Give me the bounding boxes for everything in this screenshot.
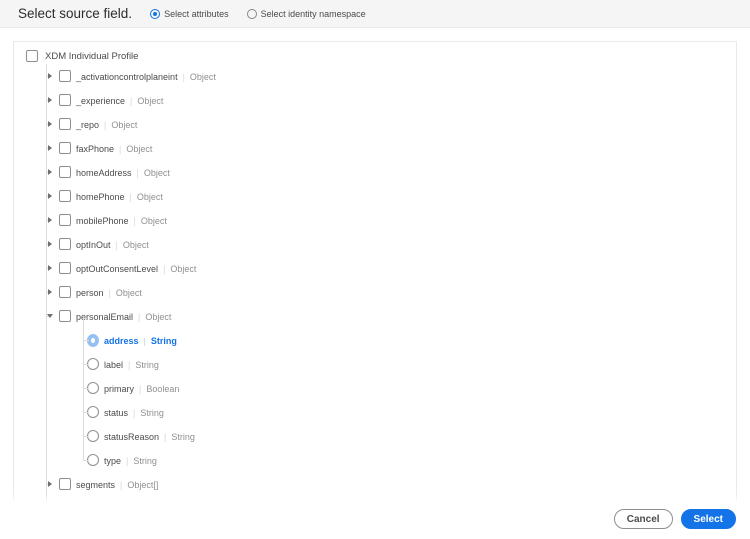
dialog-title: Select source field. [18,6,132,21]
checkbox-icon[interactable] [59,262,71,274]
checkbox-icon[interactable] [59,478,71,490]
field-name: _experience [71,96,130,106]
radio-icon [247,9,257,19]
radio-select-attributes[interactable]: Select attributes [150,9,229,19]
field-name: segments [71,480,120,490]
checkbox-icon[interactable] [59,142,71,154]
tree-node-personalEmail[interactable]: personalEmail|Object [26,304,724,328]
checkbox-icon[interactable] [59,70,71,82]
checkbox-icon[interactable] [59,118,71,130]
radio-label: Select identity namespace [261,9,366,19]
tree-node-person[interactable]: person|Object [26,280,724,304]
field-type: Object [132,192,163,202]
main-area: XDM Individual Profile _activationcontro… [0,28,750,503]
dialog-footer: Cancel Select [614,509,736,529]
checkbox-icon[interactable] [59,238,71,250]
field-type: Object [106,120,137,130]
field-name: optInOut [71,240,116,250]
field-name: person [71,288,109,298]
radio-label: Select attributes [164,9,229,19]
select-button[interactable]: Select [681,509,736,529]
source-mode-radio-group: Select attributes Select identity namesp… [150,9,366,19]
tree-leaf-statusReason[interactable]: statusReason|String [26,424,724,448]
field-name: mobilePhone [71,216,134,226]
tree-leaf-primary[interactable]: primary|Boolean [26,376,724,400]
disclosure-right-icon[interactable] [48,121,54,127]
checkbox-icon[interactable] [26,50,38,62]
tree-leaf-type[interactable]: type|String [26,448,724,472]
disclosure-right-icon[interactable] [48,241,54,247]
disclosure-right-icon[interactable] [48,193,54,199]
field-type: Object [185,72,216,82]
tree-node-homePhone[interactable]: homePhone|Object [26,184,724,208]
checkbox-icon[interactable] [59,190,71,202]
tree-root[interactable]: XDM Individual Profile [26,50,724,62]
disclosure-right-icon[interactable] [48,217,54,223]
checkbox-icon[interactable] [59,286,71,298]
field-name: homeAddress [71,168,137,178]
tree-node-homeAddress[interactable]: homeAddress|Object [26,160,724,184]
field-type: Object [140,312,171,322]
tree-node-_experience[interactable]: _experience|Object [26,88,724,112]
field-name: homePhone [71,192,130,202]
field-name: primary [99,384,139,394]
tree-node-mobilePhone[interactable]: mobilePhone|Object [26,208,724,232]
field-name: _activationcontrolplaneint [71,72,183,82]
field-name: label [99,360,128,370]
checkbox-icon[interactable] [59,502,71,503]
field-type: String [130,360,159,370]
field-type: Object [121,144,152,154]
field-type: Object [139,168,170,178]
root-label: XDM Individual Profile [45,51,138,62]
field-type: Object[] [122,480,158,490]
field-name: status [99,408,133,418]
tree-node-faxPhone[interactable]: faxPhone|Object [26,136,724,160]
field-name: address [99,336,144,346]
field-type: Object [111,288,142,298]
field-name: faxPhone [71,144,119,154]
disclosure-right-icon[interactable] [48,145,54,151]
field-name: personalEmail [71,312,138,322]
tree-node-timeSeriesEvents[interactable]: timeSeriesEvents|Object[] [26,496,724,503]
checkbox-icon[interactable] [59,166,71,178]
radio-icon [150,9,160,19]
field-name: optOutConsentLevel [71,264,163,274]
field-name: statusReason [99,432,164,442]
disclosure-right-icon[interactable] [48,481,54,487]
disclosure-right-icon[interactable] [48,289,54,295]
field-name: type [99,456,126,466]
checkbox-icon[interactable] [59,94,71,106]
tree-node-optInOut[interactable]: optInOut|Object [26,232,724,256]
field-type: Object [118,240,149,250]
tree-node-_activationcontrolplaneint[interactable]: _activationcontrolplaneint|Object [26,64,724,88]
field-type: String [128,456,157,466]
tree-leaf-address[interactable]: address|String [26,328,724,352]
checkbox-icon[interactable] [59,310,71,322]
disclosure-right-icon[interactable] [48,97,54,103]
field-type: String [166,432,195,442]
radio-select-identity-namespace[interactable]: Select identity namespace [247,9,366,19]
field-type: String [146,336,177,346]
tree-node-_repo[interactable]: _repo|Object [26,112,724,136]
tree-leaf-label[interactable]: label|String [26,352,724,376]
tree-body: _activationcontrolplaneint|Object_experi… [26,64,724,503]
schema-tree-panel: XDM Individual Profile _activationcontro… [13,41,737,503]
checkbox-icon[interactable] [59,214,71,226]
tree-leaf-status[interactable]: status|String [26,400,724,424]
field-type: Object [136,216,167,226]
disclosure-right-icon[interactable] [48,265,54,271]
tree-node-optOutConsentLevel[interactable]: optOutConsentLevel|Object [26,256,724,280]
field-type: Boolean [141,384,179,394]
disclosure-right-icon[interactable] [48,73,54,79]
dialog-header: Select source field. Select attributes S… [0,0,750,28]
disclosure-down-icon[interactable] [48,313,54,319]
field-type: Object [132,96,163,106]
field-name: _repo [71,120,104,130]
disclosure-right-icon[interactable] [48,169,54,175]
field-type: Object [165,264,196,274]
cancel-button[interactable]: Cancel [614,509,673,529]
tree-node-segments[interactable]: segments|Object[] [26,472,724,496]
field-type: String [135,408,164,418]
